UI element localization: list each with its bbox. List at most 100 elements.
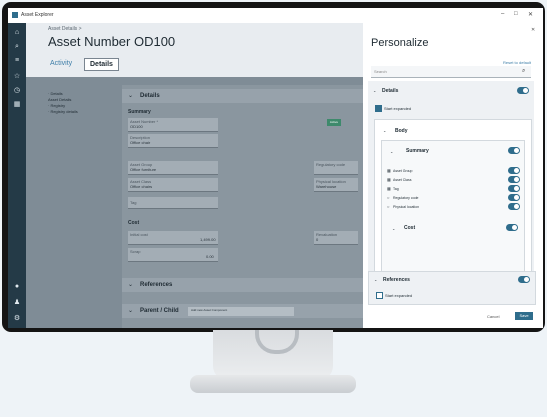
summary-card: ⌄ Summary ▦ Asset Group ▦ Asset Class ▦ … bbox=[381, 140, 525, 278]
summary-item-label: Asset Class bbox=[393, 178, 412, 182]
info-icon[interactable]: ● bbox=[13, 283, 21, 291]
cost-option-label: Cost bbox=[404, 225, 416, 231]
summary-item-label: Asset Group bbox=[393, 169, 413, 173]
add-component-button[interactable]: Add new Asset Component bbox=[188, 307, 294, 316]
chevron-down-icon[interactable]: ⌄ bbox=[374, 277, 377, 282]
regulatory-code-toggle[interactable] bbox=[508, 194, 520, 201]
references-option-label: References bbox=[383, 277, 410, 283]
search-placeholder: Search bbox=[374, 69, 387, 74]
section-tree: · Details Asset Details · Registry · Reg… bbox=[48, 91, 78, 115]
description-field[interactable]: Description Office chair bbox=[128, 134, 218, 148]
initial-cost-field[interactable]: Initial cost 1,499.00 bbox=[128, 231, 218, 245]
field-value: 1,499.00 bbox=[200, 237, 216, 242]
breadcrumb[interactable]: Asset Details > bbox=[48, 26, 82, 32]
maximize-button[interactable]: □ bbox=[514, 11, 518, 17]
physical-location-field[interactable]: Physical location Warehouse bbox=[314, 178, 358, 192]
panel-title: Personalize bbox=[371, 37, 429, 49]
details-section-header[interactable]: ⌄ Details bbox=[122, 89, 363, 103]
tag-toggle[interactable] bbox=[508, 185, 520, 192]
tree-item[interactable]: · Registry details bbox=[48, 109, 78, 115]
physical-location-toggle[interactable] bbox=[508, 203, 520, 210]
summary-option-label: Summary bbox=[406, 148, 429, 154]
references-option-card: ⌄ References Start expanded bbox=[368, 271, 536, 305]
chevron-down-icon[interactable]: ⌄ bbox=[390, 149, 393, 154]
tab-activity[interactable]: Activity bbox=[50, 60, 72, 67]
search-icon[interactable]: ⌕ bbox=[13, 43, 21, 51]
asset-group-select[interactable]: Asset Group Office furniture bbox=[128, 161, 218, 175]
field-value: 0.00 bbox=[206, 254, 214, 259]
status-badge: Active bbox=[327, 119, 341, 126]
option-icon: ▦ bbox=[387, 168, 391, 173]
revaluation-field[interactable]: Revaluation 0 bbox=[314, 231, 358, 245]
references-section-header[interactable]: ⌄ References bbox=[122, 278, 363, 292]
field-value: Office chairs bbox=[130, 184, 153, 189]
monitor-base bbox=[190, 375, 356, 393]
chevron-down-icon: ⌄ bbox=[128, 93, 134, 99]
field-label: Regulatory code bbox=[316, 162, 346, 167]
summary-item-label: Tag bbox=[393, 187, 399, 191]
option-icon: ○ bbox=[387, 195, 390, 200]
field-label: Revaluation bbox=[316, 232, 338, 237]
details-toggle[interactable] bbox=[517, 87, 529, 94]
cost-label: Cost bbox=[128, 220, 140, 226]
asset-group-toggle[interactable] bbox=[508, 167, 520, 174]
minimize-button[interactable]: – bbox=[501, 11, 504, 17]
summary-label: Summary bbox=[128, 109, 151, 115]
monitor-bezel: Asset Explorer – □ ✕ ⌂ ⌕ ≡ ☆ ◷ ▦ ● ♟ ⚙ A… bbox=[2, 2, 545, 332]
reset-default-link[interactable]: Reset to default bbox=[503, 60, 531, 65]
chevron-down-icon[interactable]: ⌄ bbox=[373, 88, 376, 93]
tab-details[interactable]: Details bbox=[84, 58, 119, 71]
summary-item-label: Regulatory code bbox=[393, 196, 419, 200]
chevron-down-icon: ⌄ bbox=[128, 308, 134, 314]
summary-toggle[interactable] bbox=[508, 147, 520, 154]
grid-icon[interactable]: ▦ bbox=[13, 101, 21, 109]
history-icon[interactable]: ◷ bbox=[13, 87, 21, 95]
chevron-down-icon[interactable]: ⌄ bbox=[392, 226, 395, 231]
list-icon[interactable]: ≡ bbox=[13, 57, 21, 65]
option-icon: ▦ bbox=[387, 186, 391, 191]
references-toggle[interactable] bbox=[518, 276, 530, 283]
asset-class-select[interactable]: Asset Class Office chairs bbox=[128, 178, 218, 192]
personalize-options: ⌄ Details Start expanded ⌄ Body ⌄ Summar… bbox=[368, 81, 534, 286]
chevron-down-icon[interactable]: ⌄ bbox=[383, 128, 386, 133]
details-form: ⌄ Details Summary Active Asset Number * … bbox=[122, 85, 363, 328]
personalize-panel: ✕ Personalize Reset to default Search ⌕ … bbox=[363, 23, 543, 328]
window-titlebar: Asset Explorer – □ ✕ bbox=[8, 8, 543, 24]
field-value: 0 bbox=[316, 237, 319, 242]
user-icon[interactable]: ♟ bbox=[13, 299, 21, 307]
references-start-expanded-checkbox[interactable] bbox=[376, 292, 383, 299]
details-section-title: Details bbox=[140, 93, 160, 99]
close-window-button[interactable]: ✕ bbox=[528, 11, 533, 18]
cancel-button[interactable]: Cancel bbox=[487, 314, 499, 319]
cost-toggle[interactable] bbox=[506, 224, 518, 231]
app-icon bbox=[12, 12, 18, 18]
field-value: Office furniture bbox=[130, 167, 157, 172]
page-title: Asset Number OD100 bbox=[48, 34, 176, 49]
settings-icon[interactable]: ⚙ bbox=[13, 315, 21, 323]
tag-field[interactable]: Tag bbox=[128, 197, 218, 209]
save-button[interactable]: Save bbox=[515, 312, 533, 320]
field-value: OD100 bbox=[130, 124, 143, 129]
option-icon: ○ bbox=[387, 204, 390, 209]
parent-child-section-title: Parent / Child bbox=[140, 308, 179, 314]
field-value: Office chair bbox=[130, 140, 151, 145]
scrap-field[interactable]: Scrap 0.00 bbox=[128, 248, 218, 262]
asset-number-field[interactable]: Asset Number * OD100 bbox=[128, 118, 218, 132]
star-icon[interactable]: ☆ bbox=[13, 73, 21, 81]
regulatory-code-field[interactable]: Regulatory code bbox=[314, 161, 358, 175]
search-input[interactable]: Search ⌕ bbox=[371, 66, 531, 78]
page-header: Asset Details > Asset Number OD100 Activ… bbox=[26, 23, 363, 77]
chevron-down-icon: ⌄ bbox=[128, 282, 134, 288]
field-label: Scrap bbox=[130, 249, 141, 254]
start-expanded-checkbox[interactable] bbox=[375, 105, 382, 112]
close-panel-button[interactable]: ✕ bbox=[531, 27, 535, 33]
left-navigation: ⌂ ⌕ ≡ ☆ ◷ ▦ ● ♟ ⚙ bbox=[8, 23, 26, 328]
parent-child-section-header[interactable]: ⌄ Parent / Child Add new Asset Component bbox=[122, 304, 363, 318]
option-icon: ▦ bbox=[387, 177, 391, 182]
field-value: Warehouse bbox=[316, 184, 337, 189]
home-icon[interactable]: ⌂ bbox=[13, 29, 21, 37]
field-label: Tag bbox=[130, 200, 137, 205]
asset-class-toggle[interactable] bbox=[508, 176, 520, 183]
start-expanded-label: Start expanded bbox=[384, 106, 412, 111]
window-title: Asset Explorer bbox=[21, 12, 54, 18]
